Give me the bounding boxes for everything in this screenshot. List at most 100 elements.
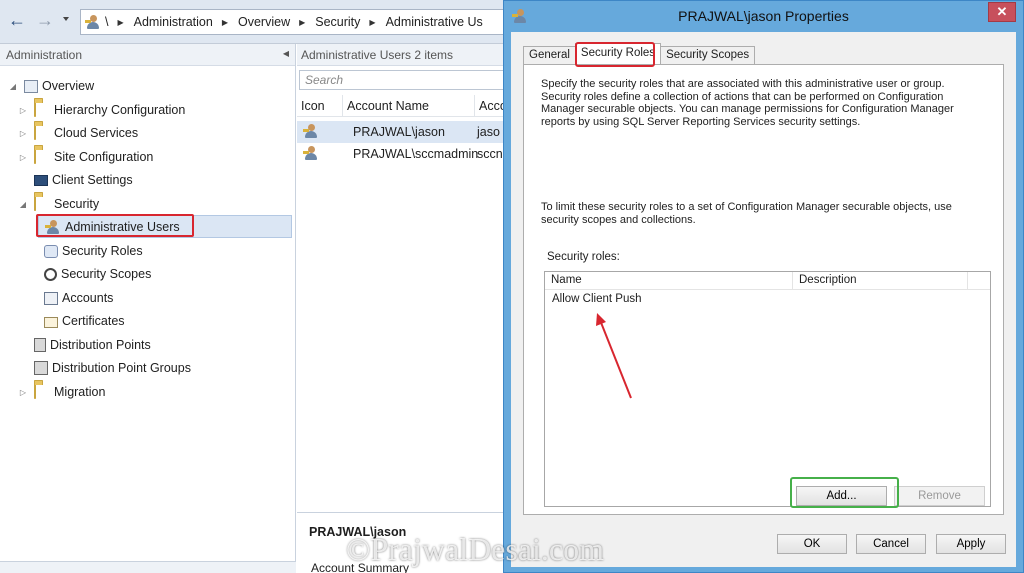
back-arrow-icon[interactable]: ← bbox=[6, 10, 28, 32]
tree-item-overview[interactable]: ◢ Overview bbox=[8, 75, 94, 97]
tab-general[interactable]: General bbox=[523, 46, 576, 64]
security-roles-panel: Specify the security roles that are asso… bbox=[523, 64, 1004, 515]
tree-item-label: Distribution Points bbox=[50, 338, 151, 352]
search-input[interactable]: Search bbox=[299, 70, 509, 90]
account-name-cell: PRAJWAL\jason bbox=[353, 125, 445, 139]
list-pane-header: Administrative Users 2 items bbox=[297, 44, 503, 66]
server-icon bbox=[34, 338, 46, 352]
highlight-box-administrative-users bbox=[36, 214, 194, 237]
list-pane: Administrative Users 2 items Search Icon… bbox=[297, 44, 509, 573]
column-header-icon[interactable]: Icon bbox=[297, 95, 343, 116]
column-header-description[interactable]: Description bbox=[793, 272, 968, 289]
tree-item-label: Security bbox=[54, 197, 100, 211]
breadcrumb-administration[interactable]: Administration bbox=[134, 15, 213, 29]
tree-item-label: Cloud Services bbox=[54, 126, 139, 140]
tree-item-cloud-services[interactable]: ▷ Cloud Services bbox=[18, 122, 138, 144]
tree-item-distribution-points[interactable]: Distribution Points bbox=[34, 334, 151, 356]
tree-item-accounts[interactable]: Accounts bbox=[44, 287, 113, 309]
roles-icon bbox=[44, 244, 58, 258]
workspace-switcher[interactable] bbox=[0, 561, 296, 573]
tree-item-label: Accounts bbox=[62, 291, 114, 305]
highlight-box-add-button bbox=[790, 477, 899, 508]
account-name-cell: PRAJWAL\sccmadmin bbox=[353, 147, 479, 161]
column-header-name[interactable]: Name bbox=[545, 272, 793, 289]
client-settings-icon bbox=[34, 175, 48, 186]
address-bar: ← → \ ▶ Administration ▶ Overview ▶ Secu… bbox=[0, 0, 510, 44]
table-row[interactable]: PRAJWAL\jason jaso bbox=[297, 121, 503, 143]
tab-security-scopes[interactable]: Security Scopes bbox=[660, 46, 756, 64]
tree-item-label: Overview bbox=[42, 79, 95, 93]
column-header-account[interactable]: Acco bbox=[475, 95, 503, 116]
red-arrow-annotation bbox=[596, 313, 632, 399]
remove-button[interactable]: Remove bbox=[894, 486, 985, 506]
breadcrumb-security[interactable]: Security bbox=[315, 15, 360, 29]
breadcrumb[interactable]: \ ▶ Administration ▶ Overview ▶ Security… bbox=[80, 9, 510, 35]
admin-user-icon bbox=[85, 14, 101, 30]
breadcrumb-separator-icon[interactable]: ▶ bbox=[369, 18, 375, 27]
collapse-pane-icon[interactable]: ◀ bbox=[283, 49, 289, 58]
breadcrumb-overview[interactable]: Overview bbox=[238, 15, 290, 29]
tree-item-distribution-point-groups[interactable]: Distribution Point Groups bbox=[34, 357, 191, 379]
tree-item-label: Client Settings bbox=[52, 173, 133, 187]
apply-button[interactable]: Apply bbox=[936, 534, 1006, 554]
tree-item-security-scopes[interactable]: Security Scopes bbox=[44, 263, 151, 285]
collapsed-arrow-icon[interactable]: ▷ bbox=[18, 153, 28, 162]
security-roles-description: Specify the security roles that are asso… bbox=[541, 78, 954, 128]
tree-item-client-settings[interactable]: Client Settings bbox=[18, 169, 133, 191]
accounts-icon bbox=[44, 291, 58, 305]
folder-icon bbox=[34, 124, 50, 141]
workspace-title: Administration bbox=[6, 48, 83, 62]
certificate-icon bbox=[44, 316, 58, 328]
collapsed-arrow-icon[interactable]: ▷ bbox=[18, 129, 28, 138]
table-row[interactable]: PRAJWAL\sccmadmin sccn bbox=[297, 143, 503, 165]
folder-icon bbox=[34, 101, 50, 118]
navigation-pane: Administration ◀ ◢ Overview ▷ Hierarchy … bbox=[0, 44, 296, 573]
dialog-body: General Security Roles Security Scopes S… bbox=[511, 32, 1016, 567]
security-roles-list-header: Name Description bbox=[545, 272, 990, 290]
expanded-arrow-icon[interactable]: ◢ bbox=[18, 200, 28, 209]
highlight-box-security-roles-tab bbox=[575, 42, 655, 67]
dialog-title-bar[interactable]: PRAJWAL\jason Properties ✕ bbox=[504, 1, 1023, 33]
expanded-arrow-icon[interactable]: ◢ bbox=[8, 82, 18, 91]
column-header-account-name[interactable]: Account Name bbox=[343, 95, 475, 116]
close-icon[interactable]: ✕ bbox=[988, 2, 1016, 22]
navigation-pane-header: Administration ◀ bbox=[0, 44, 295, 66]
account-cell: sccn bbox=[477, 147, 503, 161]
collapsed-arrow-icon[interactable]: ▷ bbox=[18, 388, 28, 397]
cancel-button[interactable]: Cancel bbox=[856, 534, 926, 554]
watermark: ©PrajwalDesai.com bbox=[346, 531, 605, 567]
breadcrumb-separator-icon[interactable]: ▶ bbox=[299, 18, 305, 27]
tree-item-label: Security Roles bbox=[62, 244, 143, 258]
history-dropdown-icon[interactable] bbox=[63, 17, 69, 21]
tree-item-migration[interactable]: ▷ Migration bbox=[18, 381, 105, 403]
breadcrumb-separator-icon[interactable]: ▶ bbox=[222, 18, 228, 27]
folder-icon bbox=[34, 195, 50, 212]
tree-item-certificates[interactable]: Certificates bbox=[44, 310, 125, 332]
tree-item-label: Site Configuration bbox=[54, 150, 154, 164]
security-roles-list[interactable]: Name Description Allow Client Push bbox=[544, 271, 991, 507]
tree-item-security[interactable]: ◢ Security bbox=[18, 193, 99, 215]
collapsed-arrow-icon[interactable]: ▷ bbox=[18, 106, 28, 115]
breadcrumb-administrative-users[interactable]: Administrative Us bbox=[386, 15, 483, 29]
folder-icon bbox=[34, 383, 50, 400]
properties-dialog: PRAJWAL\jason Properties ✕ General Secur… bbox=[503, 0, 1024, 573]
dialog-title: PRAJWAL\jason Properties bbox=[678, 8, 849, 24]
forward-arrow-icon[interactable]: → bbox=[34, 10, 56, 32]
tree-item-label: Hierarchy Configuration bbox=[54, 103, 186, 117]
tree-item-label: Certificates bbox=[62, 314, 125, 328]
tree-item-label: Security Scopes bbox=[61, 267, 152, 281]
ok-button[interactable]: OK bbox=[777, 534, 847, 554]
breadcrumb-root[interactable]: \ bbox=[105, 15, 108, 29]
breadcrumb-separator-icon[interactable]: ▶ bbox=[117, 18, 123, 27]
folder-icon bbox=[34, 148, 50, 165]
tree-item-security-roles[interactable]: Security Roles bbox=[44, 240, 143, 262]
overview-icon bbox=[24, 80, 38, 93]
user-icon bbox=[303, 123, 319, 139]
account-cell: jaso bbox=[477, 125, 500, 139]
tree-item-site-configuration[interactable]: ▷ Site Configuration bbox=[18, 146, 153, 168]
list-item[interactable]: Allow Client Push bbox=[552, 293, 641, 305]
tree-item-hierarchy-configuration[interactable]: ▷ Hierarchy Configuration bbox=[18, 99, 185, 121]
tree-item-label: Distribution Point Groups bbox=[52, 361, 191, 375]
list-column-headers: Icon Account Name Acco bbox=[297, 95, 503, 117]
tree-item-label: Migration bbox=[54, 385, 106, 399]
